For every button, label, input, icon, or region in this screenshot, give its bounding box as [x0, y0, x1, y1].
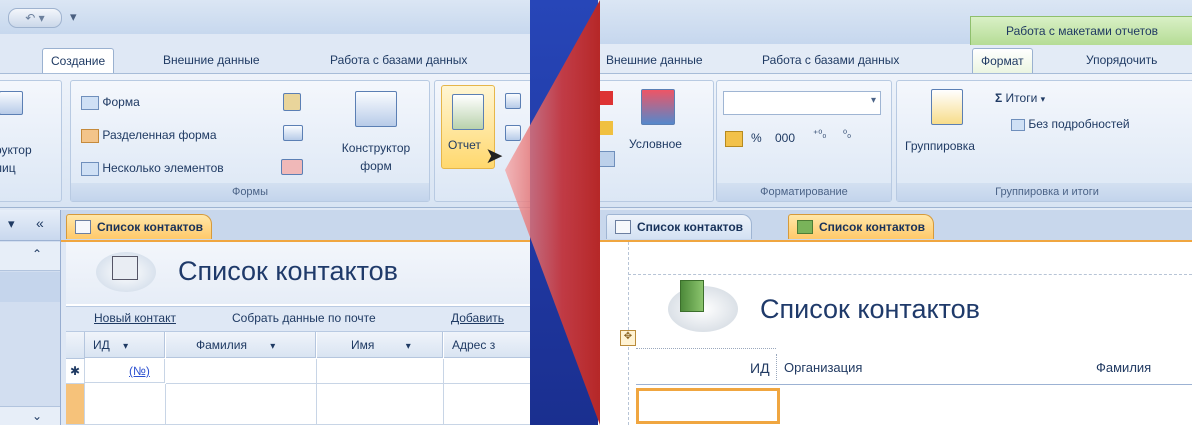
zoom-callout-arrow — [505, 0, 600, 425]
